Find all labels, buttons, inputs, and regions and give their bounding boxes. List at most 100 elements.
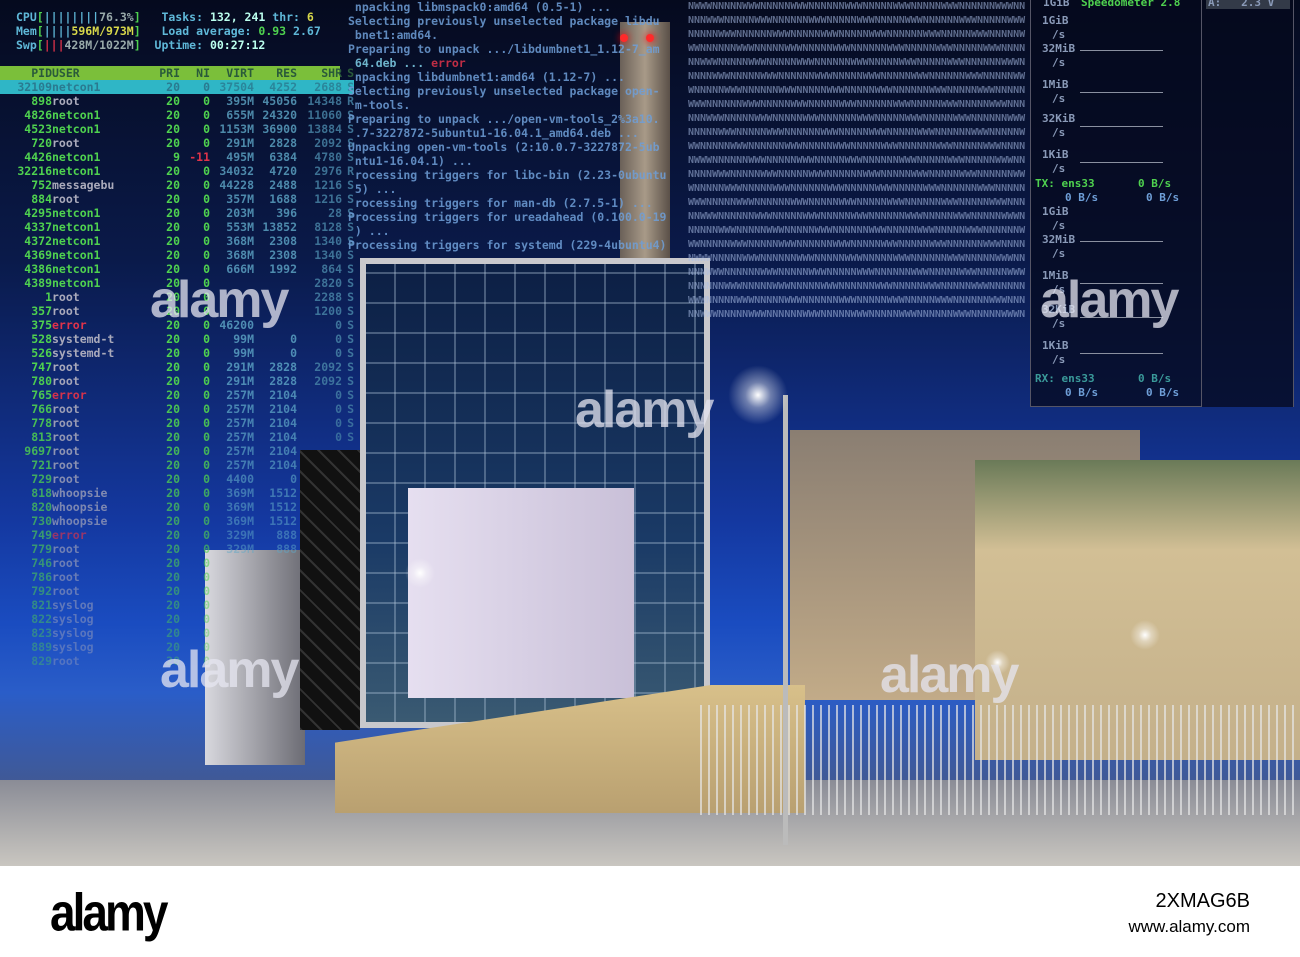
cell-user: root	[52, 472, 80, 486]
table-row[interactable]: 822 syslog 20 0	[0, 612, 354, 626]
cell-pri: 20	[166, 500, 180, 514]
table-row[interactable]: 821 syslog 20 0	[0, 598, 354, 612]
cell-user: netcon1	[52, 262, 101, 276]
table-row[interactable]: 884 root 20 0 357M 1688 1216 S	[0, 192, 354, 206]
cell-shr	[297, 584, 342, 598]
table-row[interactable]: 779 root 20 0 329M 888	[0, 542, 354, 556]
table-row[interactable]: 528 systemd-t 20 0 99M 0 0 S	[0, 332, 354, 346]
cell-res	[254, 570, 297, 584]
cell-s	[342, 542, 354, 556]
cell-user: error	[52, 528, 87, 542]
cell-res: 2104	[269, 388, 297, 402]
cell-pid: 898	[31, 94, 52, 108]
cell-ni: 0	[203, 598, 210, 612]
cell-user: messagebu	[52, 178, 115, 192]
table-row[interactable]: 778 root 20 0 257M 2104 0 S	[0, 416, 354, 430]
table-row[interactable]: 526 systemd-t 20 0 99M 0 0 S	[0, 346, 354, 360]
cell-ni: 0	[203, 402, 210, 416]
cell-user: netcon1	[52, 234, 101, 248]
cell-shr	[297, 444, 342, 458]
cell-shr	[297, 542, 342, 556]
load-5: 2.67	[293, 24, 321, 38]
table-row[interactable]: 780 root 20 0 291M 2828 2092 S	[0, 374, 354, 388]
cell-res: 0	[290, 332, 297, 346]
cell-pri: 20	[166, 598, 180, 612]
table-row[interactable]: 4337 netcon1 20 0 553M 13852 8128 S	[0, 220, 354, 234]
cell-ni: 0	[203, 528, 210, 542]
table-row[interactable]: 730 whoopsie 20 0 369M 1512	[0, 514, 354, 528]
cell-virt: 4400	[226, 472, 254, 486]
table-row[interactable]: 752 messagebu 20 0 44228 2488 1216 S	[0, 178, 354, 192]
cell-pid: 720	[31, 136, 52, 150]
load-label: Load average:	[161, 24, 252, 38]
cell-ni: 0	[203, 346, 210, 360]
table-row[interactable]: 766 root 20 0 257M 2104 0 S	[0, 402, 354, 416]
table-row[interactable]: 4369 netcon1 20 0 368M 2308 1340 S	[0, 248, 354, 262]
table-row[interactable]: 32109 netcon1 20 0 37504 4252 2688 S	[0, 80, 354, 94]
table-row[interactable]: 4426 netcon1 9 -11 495M 6384 4780 S	[0, 150, 354, 164]
cell-virt	[210, 598, 254, 612]
cell-pri: 20	[166, 388, 180, 402]
cell-s	[342, 458, 354, 472]
table-row[interactable]: 818 whoopsie 20 0 369M 1512	[0, 486, 354, 500]
cell-s	[342, 626, 354, 640]
cell-res: 2104	[269, 416, 297, 430]
cell-pri: PRI	[159, 66, 180, 80]
table-row[interactable]: 4523 netcon1 20 0 1153M 36900 13884 S	[0, 122, 354, 136]
cell-pri: 20	[166, 584, 180, 598]
scale-label: /s	[1052, 28, 1066, 41]
cell-pid: 818	[31, 486, 52, 500]
cell-res: 2308	[269, 248, 297, 262]
cell-res: 1512	[269, 514, 297, 528]
table-row[interactable]: 749 error 20 0 329M 888	[0, 528, 354, 542]
cell-virt	[210, 556, 254, 570]
table-row[interactable]: 4295 netcon1 20 0 203M 396 28 S	[0, 206, 354, 220]
table-row[interactable]: 32216 netcon1 20 0 34032 4720 2976 R	[0, 164, 354, 178]
terminal-fill-text: NWWWNNNNNWWWNNNNNWWWNNNNNNWWWNNNNNWWWNNN…	[688, 1, 1026, 320]
cell-virt	[210, 612, 254, 626]
cell-shr: 14348	[307, 94, 342, 108]
cell-pri: 20	[166, 472, 180, 486]
swp-value: 428M/1022M	[64, 38, 134, 52]
cell-pid: 752	[31, 178, 52, 192]
table-row[interactable]: 823 syslog 20 0	[0, 626, 354, 640]
cell-pri: 20	[166, 346, 180, 360]
watermark: alamy	[1040, 271, 1179, 329]
cell-shr: 0	[335, 388, 342, 402]
table-row[interactable]: 820 whoopsie 20 0 369M 1512	[0, 500, 354, 514]
table-row[interactable]: 765 error 20 0 257M 2104 0 S	[0, 388, 354, 402]
cell-shr	[297, 570, 342, 584]
cell-pri: 20	[166, 220, 180, 234]
cell-pri: 20	[166, 360, 180, 374]
cell-user: netcon1	[52, 220, 101, 234]
cell-user: root	[52, 192, 80, 206]
table-row[interactable]: 4826 netcon1 20 0 655M 24320 11060 S	[0, 108, 354, 122]
uptime-value: 00:27:12	[209, 38, 266, 52]
cell-user: whoopsie	[52, 500, 108, 514]
cell-pid: 4372	[24, 234, 52, 248]
table-row[interactable]: 720 root 20 0 291M 2828 2092 S	[0, 136, 354, 150]
cell-s	[342, 444, 354, 458]
table-row[interactable]: 4372 netcon1 20 0 368M 2308 1340 S	[0, 234, 354, 248]
cpu-value: 76.3%	[99, 10, 134, 24]
table-row[interactable]: 747 root 20 0 291M 2828 2092 S	[0, 360, 354, 374]
table-row[interactable]: 729 root 20 0 4400 0	[0, 472, 354, 486]
table-row[interactable]: 898 root 20 0 395M 45056 14348 R	[0, 94, 354, 108]
cell-ni: 0	[203, 612, 210, 626]
cell-res	[254, 556, 297, 570]
cell-pid: 4386	[24, 262, 52, 276]
table-row[interactable]: 746 root 20 0	[0, 556, 354, 570]
table-row[interactable]: 721 root 20 0 257M 2104	[0, 458, 354, 472]
cell-ni: 0	[203, 234, 210, 248]
cell-shr	[297, 612, 342, 626]
table-row[interactable]: 9697 root 20 0 257M 2104	[0, 444, 354, 458]
table-row[interactable]: 792 root 20 0	[0, 584, 354, 598]
log-line: Processing triggers for systemd (229-4ub…	[348, 238, 667, 252]
table-row[interactable]: 813 root 20 0 257M 2104 0 S	[0, 430, 354, 444]
cell-pri: 20	[166, 206, 180, 220]
error-text: error	[431, 56, 466, 70]
cell-user: root	[52, 416, 80, 430]
table-row[interactable]: 786 root 20 0	[0, 570, 354, 584]
cell-pri: 20	[166, 332, 180, 346]
cell-user: syslog	[52, 612, 94, 626]
